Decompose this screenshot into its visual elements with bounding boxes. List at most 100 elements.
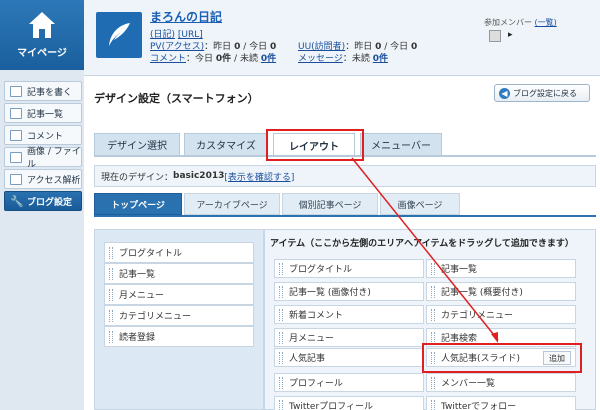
item-label: Twitterプロフィール bbox=[289, 402, 373, 410]
item-month-menu[interactable]: 月メニュー bbox=[274, 328, 424, 347]
message-link[interactable]: メッセージ bbox=[298, 54, 343, 64]
layout-item-label: 月メニュー bbox=[119, 291, 165, 301]
item-blog-title[interactable]: ブログタイトル bbox=[274, 259, 424, 278]
sidebar-item-blog-settings[interactable]: 🔧 ブログ設定 bbox=[4, 191, 82, 211]
member-avatar[interactable] bbox=[489, 30, 501, 42]
drag-handle-icon[interactable] bbox=[279, 285, 283, 298]
item-article-search[interactable]: 記事検索 bbox=[426, 328, 576, 347]
current-design-bar: 現在のデザイン： basic2013 [表示を確認する] bbox=[94, 165, 596, 187]
item-twitter-follow[interactable]: Twitterでフォロー bbox=[426, 396, 576, 410]
comment-link[interactable]: コメント bbox=[150, 54, 186, 64]
item-label: Twitterでフォロー bbox=[441, 402, 517, 410]
item-label: カテゴリメニュー bbox=[441, 311, 514, 321]
drag-handle-icon[interactable] bbox=[279, 262, 283, 275]
item-profile[interactable]: プロフィール bbox=[274, 373, 424, 392]
drag-handle-icon[interactable] bbox=[431, 351, 435, 364]
layout-item-label: ブログタイトル bbox=[119, 249, 183, 259]
tab-layout[interactable]: レイアウト bbox=[273, 133, 355, 156]
item-label: 新着コメント bbox=[289, 311, 344, 321]
sidebar-item-images[interactable]: 画像 / ファイル bbox=[4, 147, 82, 170]
sidebar-item-articles[interactable]: 記事一覧 bbox=[4, 103, 82, 123]
drag-handle-icon[interactable] bbox=[109, 246, 113, 259]
sidebar-item-comments[interactable]: コメント bbox=[4, 125, 82, 145]
mypage-button[interactable]: マイページ bbox=[0, 0, 84, 70]
drag-handle-icon[interactable] bbox=[431, 285, 435, 298]
tab-customize[interactable]: カスタマイズ bbox=[184, 133, 268, 155]
comment-unread-label: / 未読 bbox=[234, 54, 258, 64]
subtab-image-page[interactable]: 画像ページ bbox=[380, 193, 460, 215]
sidebar-item-label: 記事一覧 bbox=[27, 109, 64, 120]
add-button[interactable]: 追加 bbox=[543, 351, 571, 365]
list-icon bbox=[10, 107, 22, 119]
item-article-list-images[interactable]: 記事一覧 (画像付き) bbox=[274, 282, 424, 301]
blog-header: まろんの日記 (日記) [URL] PV(アクセス)：昨日 0 / 今日 0 U… bbox=[84, 0, 600, 76]
image-icon bbox=[10, 151, 22, 163]
sidebar-item-label: 画像 / ファイル bbox=[27, 147, 81, 170]
view-design-link[interactable]: [表示を確認する] bbox=[224, 170, 294, 183]
layout-item[interactable]: カテゴリメニュー bbox=[104, 305, 254, 326]
layout-item[interactable]: 月メニュー bbox=[104, 284, 254, 305]
layout-item[interactable]: ブログタイトル bbox=[104, 242, 254, 263]
drag-handle-icon[interactable] bbox=[431, 376, 435, 389]
arrow-left-icon: ◀ bbox=[499, 87, 510, 99]
sidebar-item-analytics[interactable]: アクセス解析 bbox=[4, 169, 82, 189]
drag-handle-icon[interactable] bbox=[109, 309, 113, 322]
tab-design-select[interactable]: デザイン選択 bbox=[94, 133, 180, 155]
wrench-icon: 🔧 bbox=[10, 194, 24, 208]
members-section: 参加メンバー (一覧) bbox=[484, 17, 557, 28]
layout-item-label: カテゴリメニュー bbox=[119, 312, 192, 322]
blog-name-link[interactable]: まろんの日記 bbox=[150, 8, 222, 25]
tab-menubar[interactable]: メニューバー bbox=[360, 133, 442, 155]
drag-handle-icon[interactable] bbox=[109, 330, 113, 343]
item-label: 記事一覧 (概要付き) bbox=[441, 288, 523, 298]
pencil-icon bbox=[10, 85, 22, 97]
layout-item[interactable]: 記事一覧 bbox=[104, 263, 254, 284]
item-category-menu[interactable]: カテゴリメニュー bbox=[426, 305, 576, 324]
page-title: デザイン設定（スマートフォン） bbox=[94, 92, 259, 105]
drag-handle-icon[interactable] bbox=[279, 308, 283, 321]
message-unread-link[interactable]: 0件 bbox=[373, 54, 388, 64]
comment-text: ：今日 bbox=[186, 54, 214, 64]
sidebar-item-write[interactable]: 記事を書く bbox=[4, 81, 82, 101]
comment-today: 0件 bbox=[215, 54, 232, 64]
members-label: 参加メンバー bbox=[484, 18, 532, 27]
item-label: 人気記事(スライド) bbox=[441, 354, 521, 364]
uu-today: 0 bbox=[411, 42, 418, 52]
drag-handle-icon[interactable] bbox=[431, 399, 435, 410]
drag-handle-icon[interactable] bbox=[431, 331, 435, 344]
back-button-label: ブログ設定に戻る bbox=[513, 88, 577, 98]
back-to-blog-settings-button[interactable]: ◀ ブログ設定に戻る bbox=[494, 84, 590, 102]
comment-icon bbox=[10, 129, 22, 141]
item-popular-articles[interactable]: 人気記事 bbox=[274, 348, 424, 367]
drag-handle-icon[interactable] bbox=[109, 288, 113, 301]
feather-icon bbox=[109, 23, 130, 46]
subtab-article-page[interactable]: 個別記事ページ bbox=[282, 193, 378, 215]
subtab-archive-page[interactable]: アーカイブページ bbox=[184, 193, 280, 215]
item-member-list[interactable]: メンバー一覧 bbox=[426, 373, 576, 392]
item-label: プロフィール bbox=[289, 379, 343, 389]
sidebar-item-label: 記事を書く bbox=[27, 87, 73, 98]
layout-item-label: 記事一覧 bbox=[119, 270, 156, 280]
items-title: アイテム（ここから左側のエリアへアイテムをドラッグして追加できます） bbox=[270, 239, 574, 249]
item-popular-articles-slide[interactable]: 人気記事(スライド) 追加 bbox=[426, 348, 576, 367]
item-article-list[interactable]: 記事一覧 bbox=[426, 259, 576, 278]
item-twitter-profile[interactable]: Twitterプロフィール bbox=[274, 396, 424, 410]
mypage-label: マイページ bbox=[17, 48, 67, 59]
item-article-list-summary[interactable]: 記事一覧 (概要付き) bbox=[426, 282, 576, 301]
drag-handle-icon[interactable] bbox=[279, 376, 283, 389]
chevron-right-icon[interactable]: ▸ bbox=[508, 30, 513, 40]
drag-handle-icon[interactable] bbox=[431, 262, 435, 275]
comment-unread-link[interactable]: 0件 bbox=[261, 54, 276, 64]
drag-handle-icon[interactable] bbox=[279, 399, 283, 410]
drag-handle-icon[interactable] bbox=[431, 308, 435, 321]
drag-handle-icon[interactable] bbox=[109, 267, 113, 280]
item-new-comments[interactable]: 新着コメント bbox=[274, 305, 424, 324]
drag-handle-icon[interactable] bbox=[279, 351, 283, 364]
drag-handle-icon[interactable] bbox=[279, 331, 283, 344]
message-unread-label: ：未読 bbox=[342, 54, 370, 64]
subtab-top-page[interactable]: トップページ bbox=[94, 193, 182, 215]
item-label: 月メニュー bbox=[289, 334, 335, 344]
home-icon bbox=[29, 12, 55, 38]
layout-item[interactable]: 読者登録 bbox=[104, 326, 254, 347]
members-list-link[interactable]: (一覧) bbox=[535, 18, 557, 27]
